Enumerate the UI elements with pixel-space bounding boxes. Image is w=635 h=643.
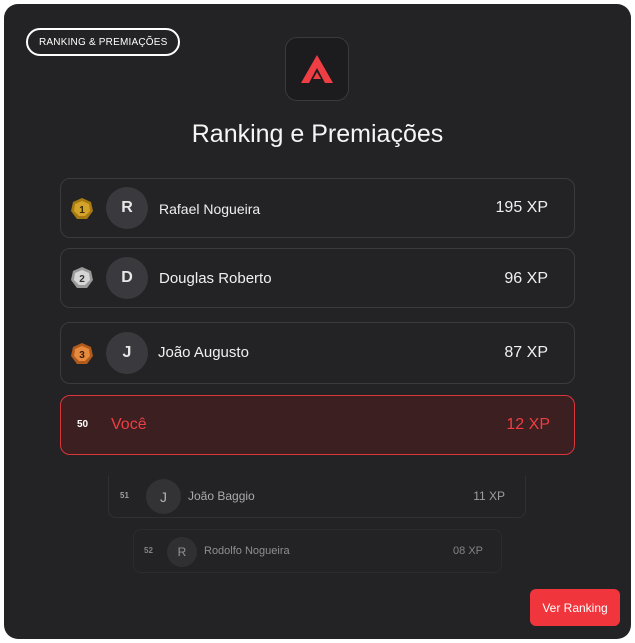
player-xp: 08 XP bbox=[453, 545, 483, 557]
player-xp: 11 XP bbox=[473, 489, 505, 503]
medal-number: 3 bbox=[79, 350, 85, 361]
ranking-card: RANKING & PREMIAÇÕES Ranking e Premiaçõe… bbox=[4, 4, 631, 639]
player-xp: 96 XP bbox=[504, 270, 548, 287]
avatar: J bbox=[146, 479, 181, 514]
bronze-medal-icon: 3 bbox=[71, 343, 93, 364]
player-name: Rodolfo Nogueira bbox=[204, 545, 290, 557]
view-ranking-button[interactable]: Ver Ranking bbox=[530, 589, 620, 626]
app-logo bbox=[285, 37, 349, 101]
player-name: Rafael Nogueira bbox=[159, 201, 261, 217]
page-title: Ranking e Premiações bbox=[191, 120, 444, 148]
ranking-row-52[interactable]: 52 R Rodolfo Nogueira 08 XP bbox=[133, 529, 502, 573]
current-user-row[interactable]: 50 Você 12 XP bbox=[60, 395, 575, 455]
avatar: J bbox=[106, 332, 148, 374]
player-name: Você bbox=[111, 416, 147, 433]
ranking-row-3[interactable]: 3 J João Augusto 87 XP bbox=[60, 322, 575, 384]
player-name: João Augusto bbox=[158, 344, 249, 361]
medal-number: 1 bbox=[79, 205, 85, 216]
gold-medal-icon: 1 bbox=[71, 198, 93, 219]
ranking-row-1[interactable]: 1 R Rafael Nogueira 195 XP bbox=[60, 178, 575, 238]
player-xp: 195 XP bbox=[495, 199, 548, 216]
rank-position: 50 bbox=[77, 419, 89, 430]
rank-position: 52 bbox=[144, 546, 153, 555]
red-triangle-a-logo-icon bbox=[301, 55, 333, 83]
ranking-row-2[interactable]: 2 D Douglas Roberto 96 XP bbox=[60, 248, 575, 308]
player-name: João Baggio bbox=[188, 489, 255, 503]
rank-position: 51 bbox=[120, 491, 129, 500]
player-xp: 87 XP bbox=[504, 344, 548, 361]
player-xp: 12 XP bbox=[506, 416, 550, 433]
silver-medal-icon: 2 bbox=[71, 267, 93, 288]
avatar: R bbox=[106, 187, 148, 229]
player-name: Douglas Roberto bbox=[159, 270, 272, 287]
avatar: D bbox=[106, 257, 148, 299]
medal-number: 2 bbox=[79, 274, 85, 285]
ranking-row-51[interactable]: 51 J João Baggio 11 XP bbox=[108, 476, 526, 518]
section-badge: RANKING & PREMIAÇÕES bbox=[26, 28, 181, 56]
avatar: R bbox=[167, 537, 197, 567]
